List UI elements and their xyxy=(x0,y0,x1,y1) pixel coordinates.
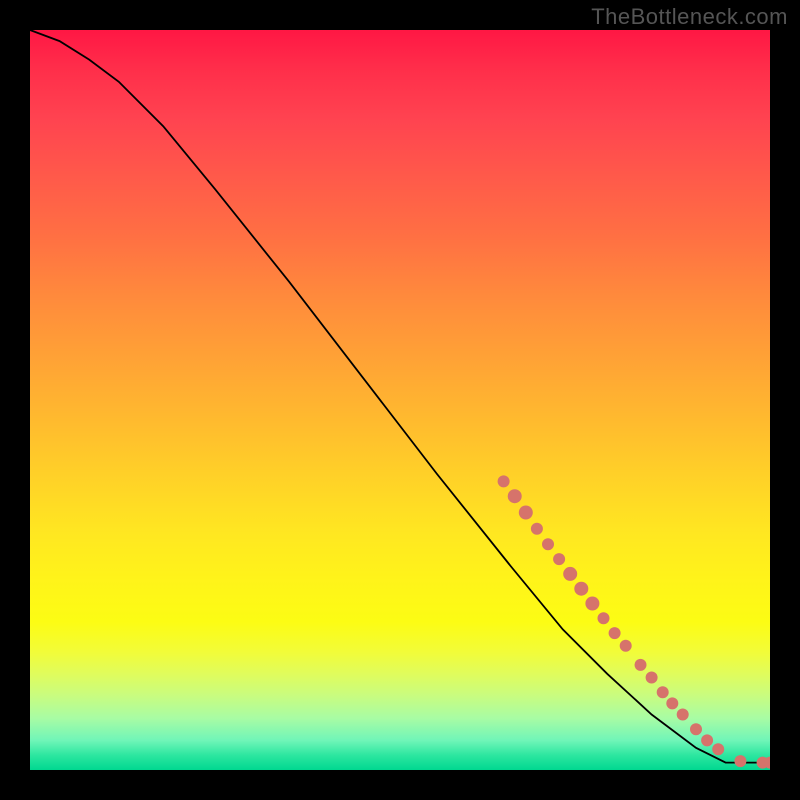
data-point xyxy=(498,475,510,487)
data-point xyxy=(585,597,599,611)
attribution-text: TheBottleneck.com xyxy=(591,4,788,30)
chart-svg-layer xyxy=(30,30,770,770)
data-points-group xyxy=(498,475,770,768)
chart-plot-area xyxy=(30,30,770,770)
data-point xyxy=(563,567,577,581)
data-point xyxy=(574,582,588,596)
data-point xyxy=(701,734,713,746)
bottleneck-curve xyxy=(30,30,770,763)
data-point xyxy=(677,709,689,721)
data-point xyxy=(519,506,533,520)
data-point xyxy=(690,723,702,735)
data-point xyxy=(666,697,678,709)
data-point xyxy=(531,523,543,535)
data-point xyxy=(508,489,522,503)
data-point xyxy=(646,672,658,684)
data-point xyxy=(542,538,554,550)
data-point xyxy=(553,553,565,565)
data-point xyxy=(598,612,610,624)
data-point xyxy=(712,743,724,755)
data-point xyxy=(635,659,647,671)
data-point xyxy=(620,640,632,652)
data-point xyxy=(657,686,669,698)
data-point xyxy=(734,755,746,767)
data-point xyxy=(609,627,621,639)
